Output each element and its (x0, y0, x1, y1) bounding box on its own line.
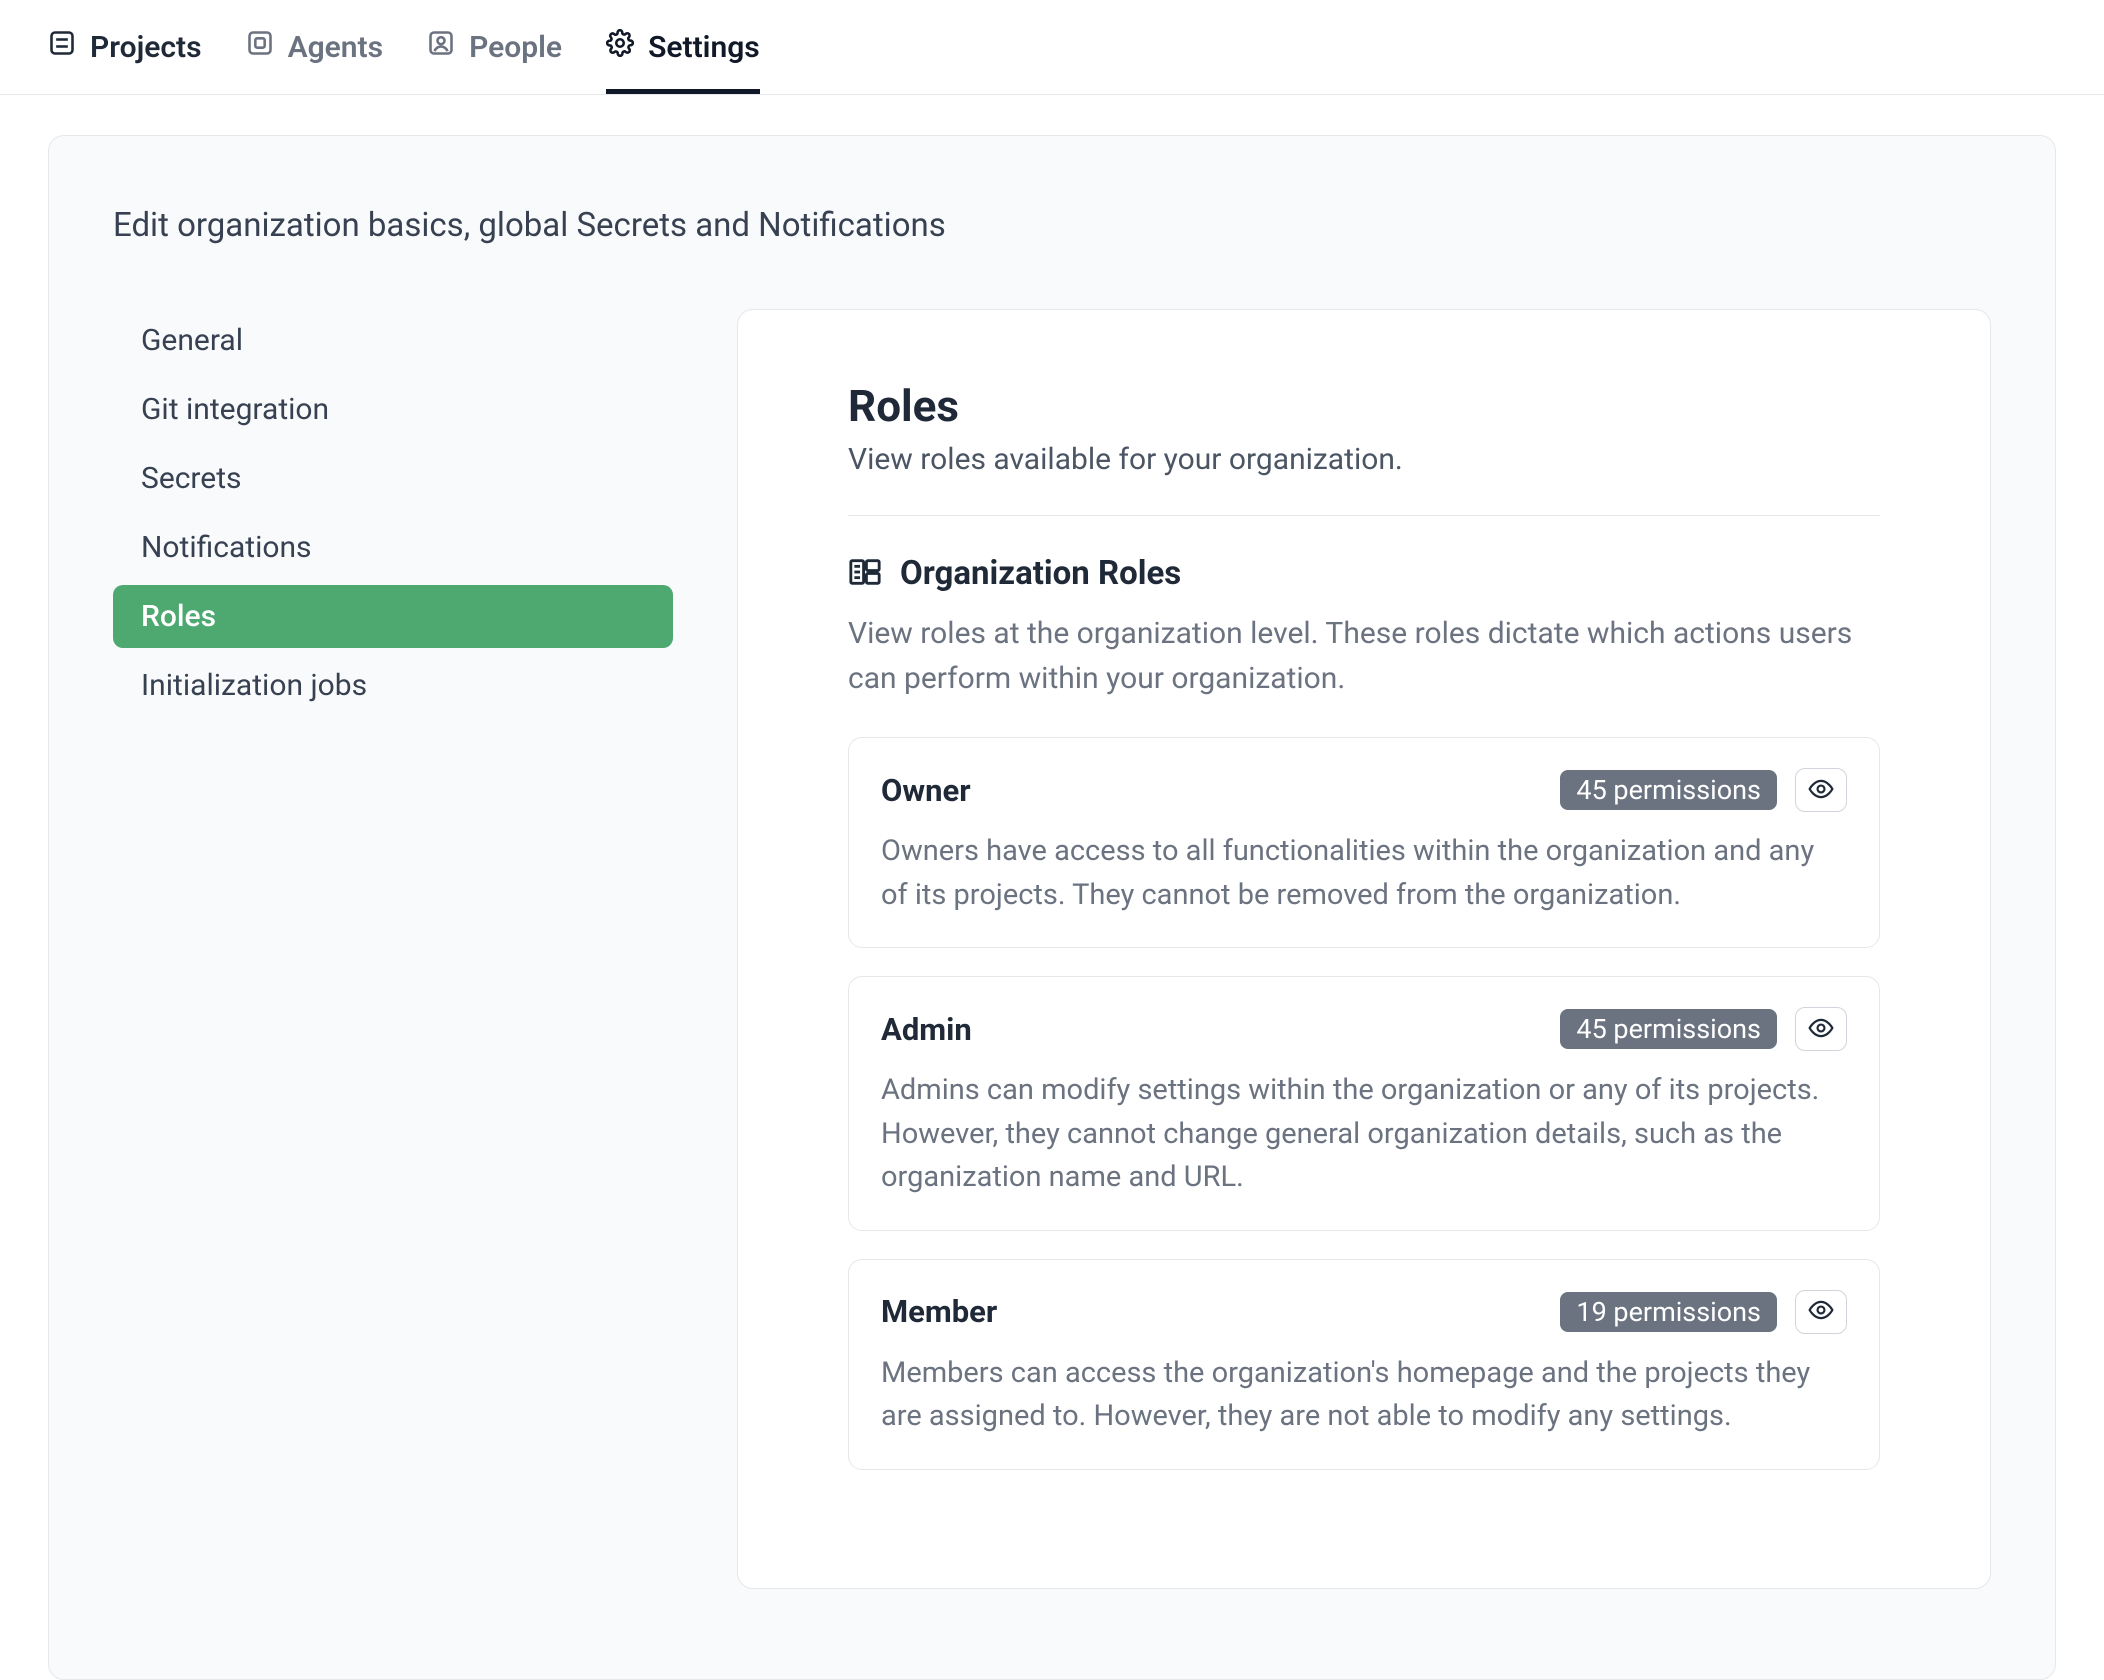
projects-icon (48, 29, 76, 65)
tab-settings[interactable]: Settings (606, 0, 760, 94)
sidebar-item-label: Initialization jobs (141, 668, 367, 703)
tab-projects[interactable]: Projects (48, 0, 202, 94)
sidebar-item-general[interactable]: General (113, 309, 673, 372)
role-card-member: Member 19 permissions Members can access… (848, 1259, 1880, 1470)
sidebar-item-label: Git integration (141, 392, 329, 427)
section-title: Organization Roles (900, 554, 1181, 593)
role-description: Members can access the organization's ho… (881, 1352, 1847, 1439)
tab-label: Agents (288, 30, 384, 65)
sidebar-item-label: Roles (141, 599, 216, 634)
sidebar-item-initialization-jobs[interactable]: Initialization jobs (113, 654, 673, 717)
tab-label: Settings (648, 30, 760, 65)
panel-title: Roles (848, 380, 1880, 432)
role-description: Admins can modify settings within the or… (881, 1069, 1847, 1200)
sidebar-item-git-integration[interactable]: Git integration (113, 378, 673, 441)
view-role-button[interactable] (1795, 768, 1847, 812)
role-description: Owners have access to all functionalitie… (881, 830, 1847, 917)
eye-icon (1808, 1015, 1834, 1044)
role-card-owner: Owner 45 permissions Owners have access … (848, 737, 1880, 948)
role-name: Admin (881, 1011, 972, 1048)
settings-icon (606, 29, 634, 65)
settings-container: Edit organization basics, global Secrets… (48, 135, 2056, 1680)
people-icon (427, 29, 455, 65)
role-name: Owner (881, 772, 971, 809)
container-subtitle: Edit organization basics, global Secrets… (113, 206, 1991, 245)
sidebar-item-secrets[interactable]: Secrets (113, 447, 673, 510)
tab-agents[interactable]: Agents (246, 0, 384, 94)
permissions-badge: 45 permissions (1560, 1009, 1777, 1049)
roles-panel: Roles View roles available for your orga… (737, 309, 1991, 1589)
panel-description: View roles available for your organizati… (848, 442, 1880, 516)
sidebar-item-label: Notifications (141, 530, 312, 565)
view-role-button[interactable] (1795, 1290, 1847, 1334)
sidebar-item-roles[interactable]: Roles (113, 585, 673, 648)
role-name: Member (881, 1293, 997, 1330)
sidebar-item-notifications[interactable]: Notifications (113, 516, 673, 579)
eye-icon (1808, 1297, 1834, 1326)
permissions-badge: 19 permissions (1560, 1292, 1777, 1332)
eye-icon (1808, 776, 1834, 805)
sidebar-item-label: General (141, 323, 243, 358)
top-nav: Projects Agents People Settings (0, 0, 2104, 95)
roles-icon (848, 555, 882, 593)
view-role-button[interactable] (1795, 1007, 1847, 1051)
tab-label: People (469, 30, 562, 65)
settings-sidebar: General Git integration Secrets Notifica… (113, 309, 673, 1589)
sidebar-item-label: Secrets (141, 461, 242, 496)
agents-icon (246, 29, 274, 65)
permissions-badge: 45 permissions (1560, 770, 1777, 810)
role-card-admin: Admin 45 permissions Admins can modify s… (848, 976, 1880, 1231)
tab-people[interactable]: People (427, 0, 562, 94)
section-heading: Organization Roles (848, 554, 1880, 593)
tab-label: Projects (90, 30, 202, 65)
section-description: View roles at the organization level. Th… (848, 611, 1880, 701)
